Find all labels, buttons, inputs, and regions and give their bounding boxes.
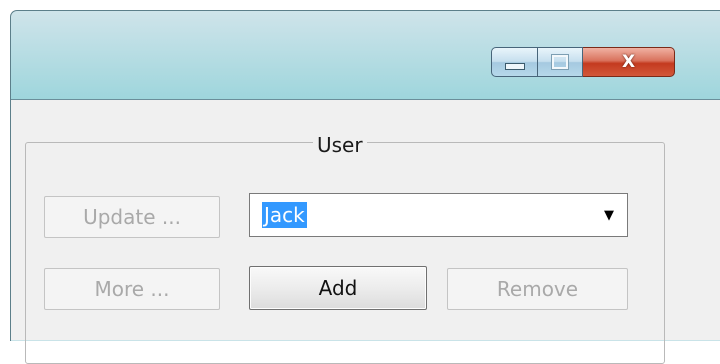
maximize-icon (551, 54, 569, 70)
update-button[interactable]: Update ... (44, 196, 220, 238)
dropdown-arrow-icon[interactable]: ▼ (594, 197, 624, 233)
caption-buttons: X (491, 47, 675, 77)
more-button[interactable]: More ... (44, 268, 220, 310)
title-bar[interactable]: X (11, 11, 720, 99)
remove-button[interactable]: Remove (447, 268, 628, 310)
minimize-icon (504, 62, 525, 70)
close-icon: X (621, 52, 636, 72)
maximize-button[interactable] (538, 47, 583, 77)
add-button[interactable]: Add (249, 266, 427, 310)
groupbox-title: User (313, 133, 367, 157)
dialog-client-area: User Update ... Jack ▼ More ... Add Remo… (11, 99, 720, 364)
user-groupbox (25, 142, 665, 364)
combobox-selected-text[interactable]: Jack (262, 202, 307, 228)
app-window: X User Update ... Jack ▼ More ... Add Re… (10, 10, 720, 364)
user-combobox[interactable]: Jack ▼ (249, 193, 628, 237)
close-button[interactable]: X (583, 47, 675, 77)
minimize-button[interactable] (491, 47, 538, 77)
